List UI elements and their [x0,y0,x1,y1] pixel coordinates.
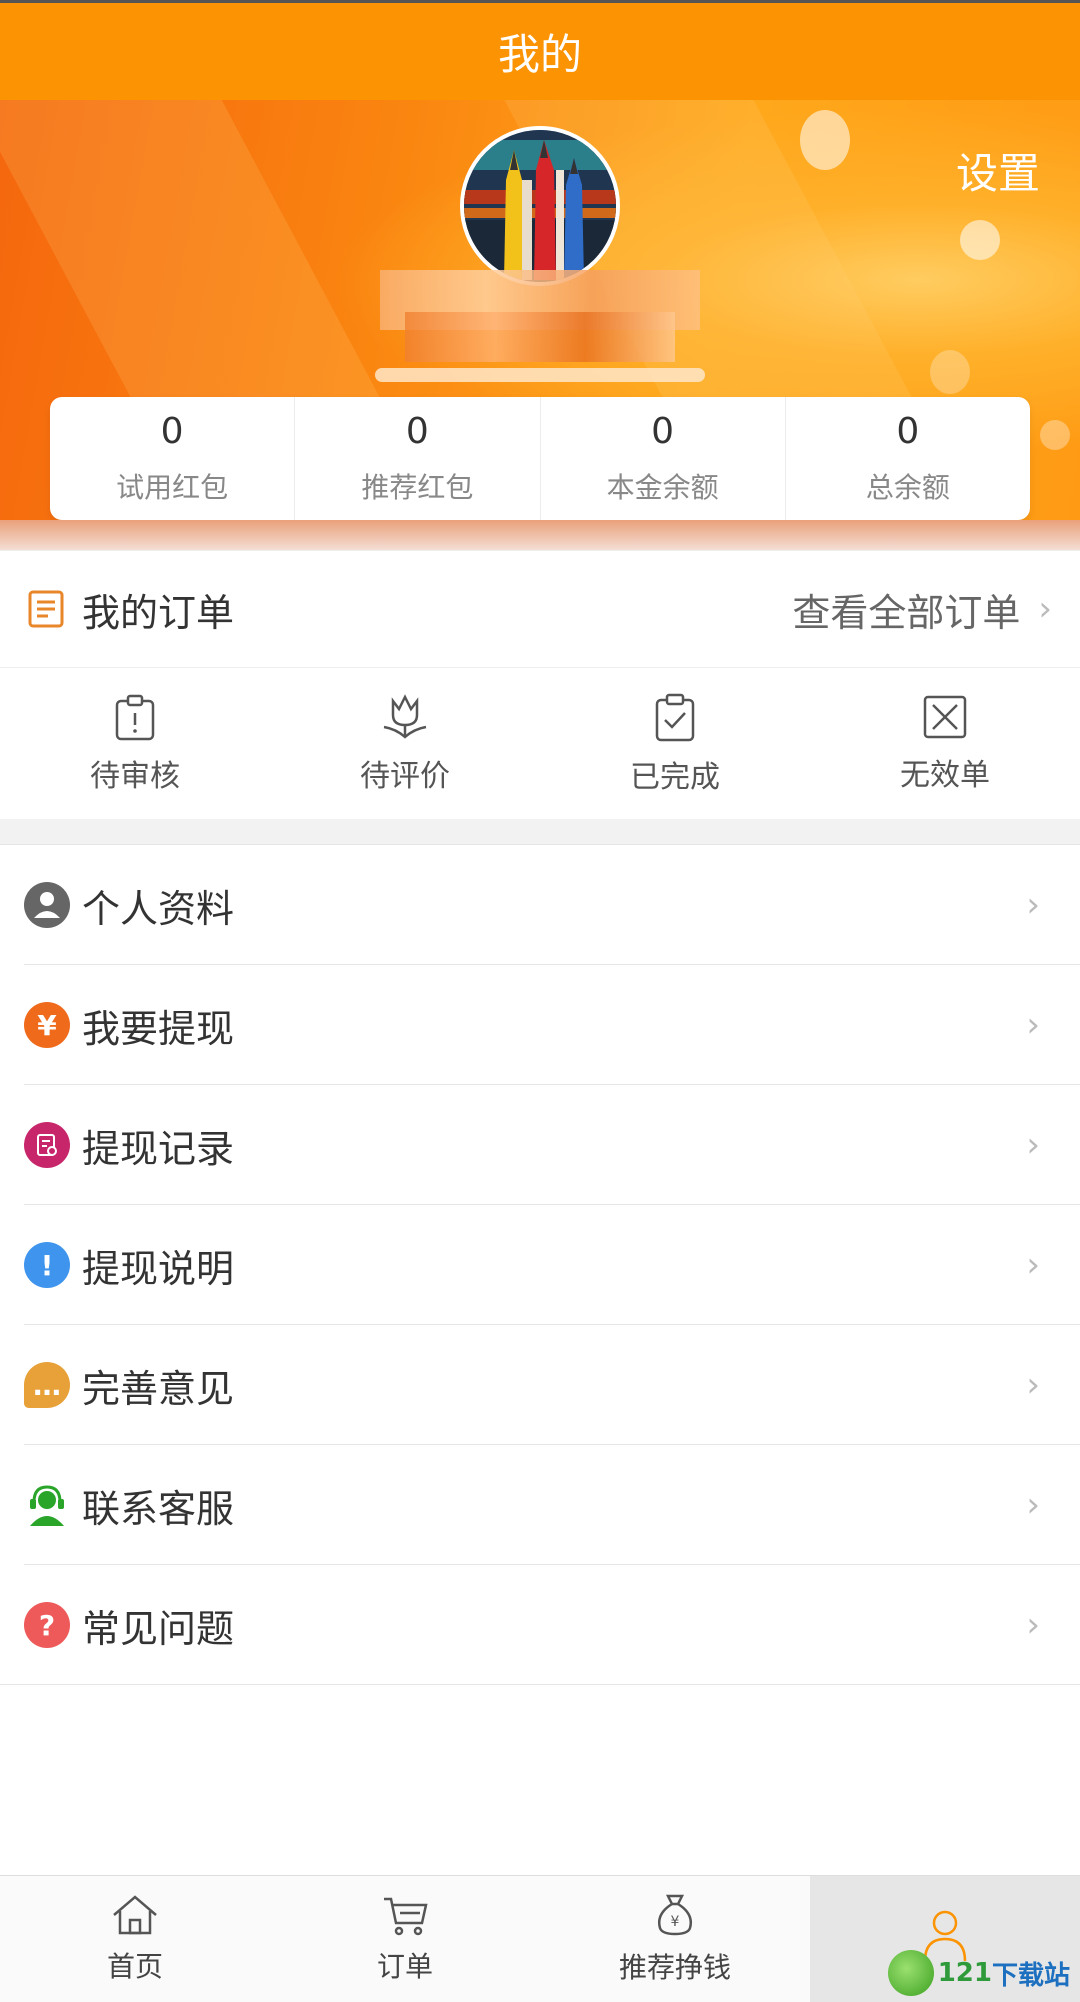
stat-value: 0 [160,411,184,452]
blurred-nickname [405,312,675,362]
money-bag-icon: ¥ [658,1894,692,1936]
menu-item-feedback[interactable]: … 完善意见 › [0,1325,1080,1445]
watermark-logo: 121 下载站 [887,1950,1070,1996]
chevron-right-icon: › [1026,1005,1040,1045]
bokeh-light [1040,420,1070,450]
top-bar: 我的 [0,0,1080,100]
order-status-invalid[interactable]: 无效单 [810,669,1080,819]
balance-stats-card: 0 试用红包 0 推荐红包 0 本金余额 0 总余额 [50,397,1030,520]
menu-item-profile[interactable]: 个人资料 › [0,845,1080,965]
chevron-right-icon: › [1026,1485,1040,1525]
menu-item-label: 完善意见 [82,1366,235,1411]
yuan-icon: ¥ [24,1002,70,1048]
chevron-right-icon: › [1026,1365,1040,1405]
stat-label: 总余额 [865,471,950,504]
stat-label: 推荐红包 [361,471,474,504]
stat-total-balance[interactable]: 0 总余额 [786,397,1030,520]
stat-label: 试用红包 [116,471,229,504]
menu-item-label: 我要提现 [82,1006,235,1051]
order-status-label: 待审核 [90,759,180,794]
blurred-nickname-underline [375,368,705,382]
chevron-right-icon: › [1026,1245,1040,1285]
menu-item-withdraw-records[interactable]: 提现记录 › [0,1085,1080,1205]
menu-item-customer-service[interactable]: 联系客服 › [0,1445,1080,1565]
tab-refer-earn[interactable]: ¥ 推荐挣钱 [540,1876,810,2002]
settings-menu: 个人资料 › ¥ 我要提现 › 提现记录 › ! 提现说明 › … 完善意见 ›… [0,845,1080,1685]
clipboard-pending-icon [115,694,155,741]
menu-item-label: 常见问题 [82,1606,235,1651]
chevron-right-icon: › [1026,885,1040,925]
bokeh-light [800,110,850,170]
tab-label: 推荐挣钱 [618,1951,731,1984]
page-title: 我的 [497,30,582,79]
tulip-icon [383,694,427,739]
home-icon [113,1895,157,1935]
headset-icon [24,1482,70,1528]
cart-icon [384,1897,428,1936]
stat-value: 0 [896,411,920,452]
order-status-label: 已完成 [630,760,720,795]
my-orders-row[interactable]: 我的订单 查看全部订单 › [0,550,1080,668]
stat-label: 本金余额 [606,471,719,504]
profile-header: 设置 0 试用红包 0 推荐红包 0 本金余额 0 总余额 [0,100,1080,550]
chat-bubble-icon: … [24,1362,70,1408]
menu-item-withdraw[interactable]: ¥ 我要提现 › [0,965,1080,1085]
menu-item-label: 提现记录 [82,1126,235,1171]
view-all-orders-link[interactable]: 查看全部订单 [792,582,1020,637]
info-icon: ! [24,1242,70,1288]
settings-link[interactable]: 设置 [956,140,1040,201]
watermark-number: 121 [937,1958,992,1988]
menu-item-label: 提现说明 [82,1246,235,1291]
question-icon: ? [24,1602,70,1648]
tab-orders[interactable]: 订单 [270,1876,540,2002]
clipboard-check-icon [655,693,695,742]
watermark-text: 下载站 [991,1960,1070,1991]
tab-label: 首页 [106,1950,163,1983]
menu-item-withdraw-instructions[interactable]: ! 提现说明 › [0,1205,1080,1325]
svg-text:¥: ¥ [671,1914,680,1930]
menu-item-faq[interactable]: ? 常见问题 › [0,1565,1080,1685]
chevron-right-icon: › [1038,589,1052,629]
order-status-pending-review-rating[interactable]: 待评价 [270,669,540,819]
bokeh-light [930,350,970,394]
chevron-right-icon: › [1026,1125,1040,1165]
bokeh-light [960,220,1000,260]
stat-value: 0 [651,411,675,452]
my-orders-title: 我的订单 [82,590,235,635]
chevron-right-icon: › [1026,1605,1040,1645]
order-list-icon [28,590,64,628]
order-status-label: 待评价 [360,759,450,794]
order-status-row: 待审核 待评价 已完成 无效单 [0,669,1080,819]
order-status-pending-review[interactable]: 待审核 [0,669,270,819]
stat-trial-redpacket[interactable]: 0 试用红包 [50,397,296,520]
stat-referral-redpacket[interactable]: 0 推荐红包 [295,397,541,520]
tab-home[interactable]: 首页 [0,1876,270,2002]
box-x-icon [923,695,967,739]
menu-item-label: 联系客服 [82,1486,235,1531]
section-divider [0,819,1080,845]
order-status-completed[interactable]: 已完成 [540,669,810,819]
globe-icon [887,1950,934,1996]
stat-value: 0 [405,411,429,452]
header-shadow [0,520,1080,550]
person-icon [24,882,70,928]
record-icon [24,1122,70,1168]
stat-principal-balance[interactable]: 0 本金余额 [541,397,786,520]
order-status-label: 无效单 [900,758,990,793]
tab-label: 订单 [376,1950,433,1983]
avatar[interactable] [460,126,620,286]
menu-item-label: 个人资料 [82,886,235,931]
